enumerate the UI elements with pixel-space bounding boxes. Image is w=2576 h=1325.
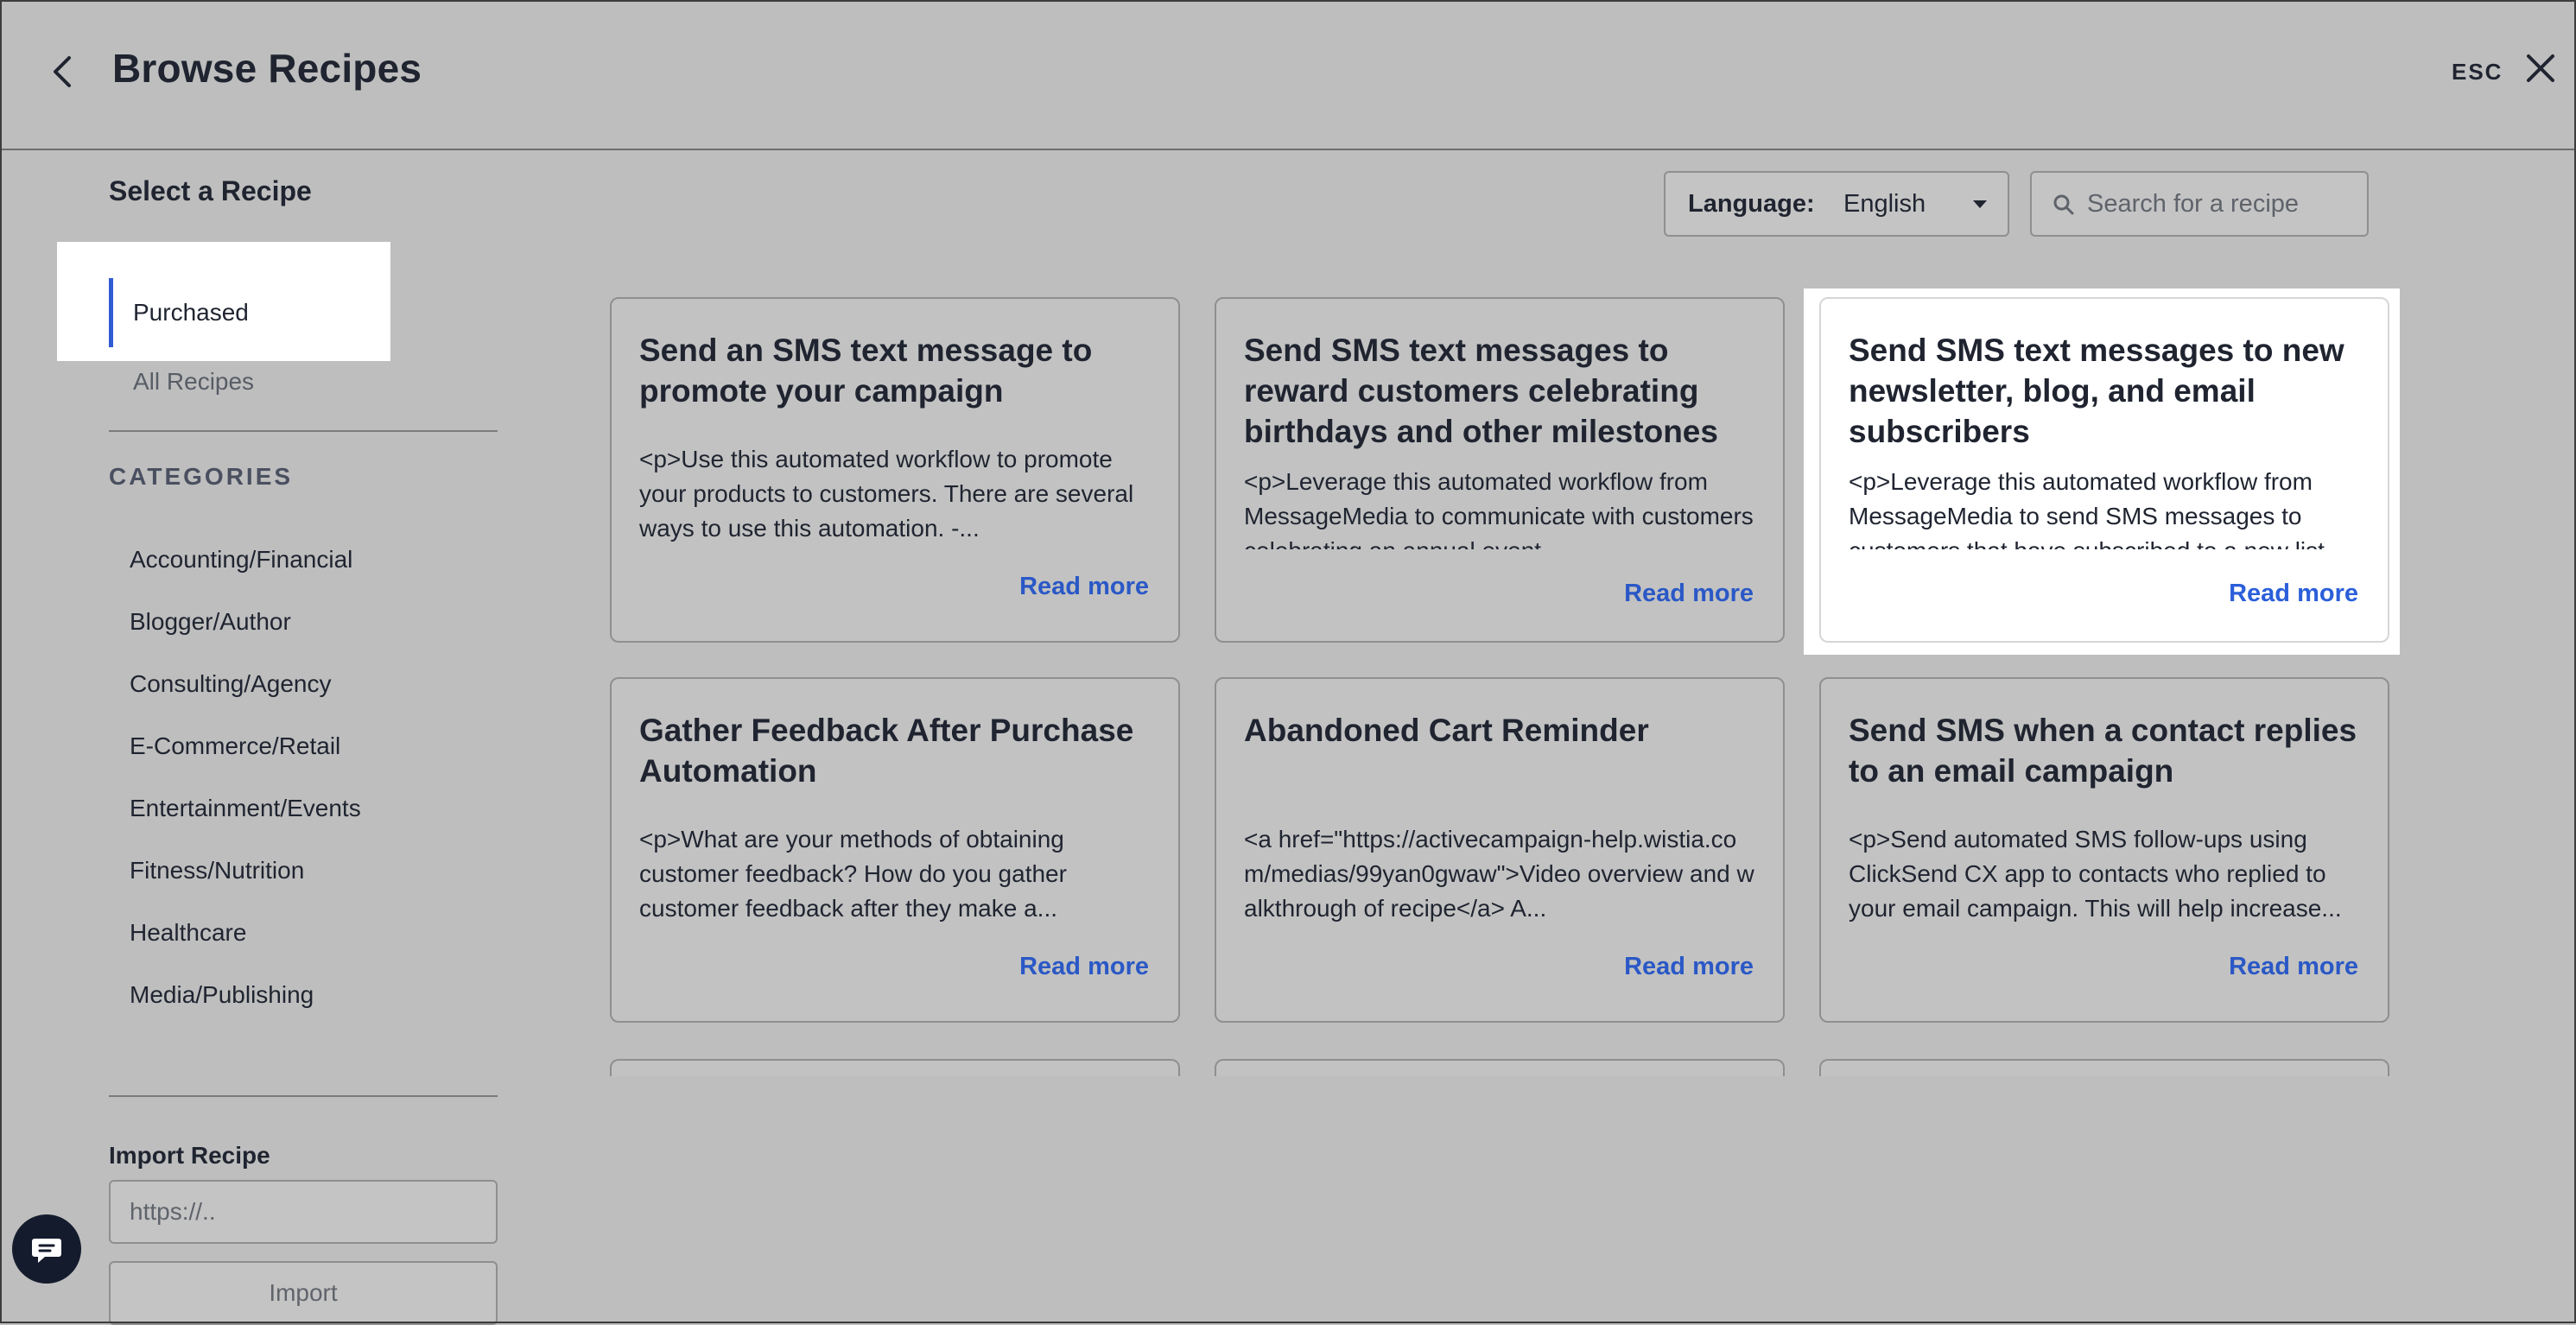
recipe-description: <p>Use this automated workflow to promot… bbox=[639, 446, 1134, 542]
read-more-link[interactable]: Read more bbox=[1624, 953, 1754, 981]
recipe-description: <p>What are your methods of obtaining cu… bbox=[639, 826, 1067, 922]
search-icon bbox=[2053, 194, 2074, 215]
recipe-search[interactable] bbox=[2030, 171, 2369, 237]
sidebar-divider bbox=[109, 430, 498, 432]
recipe-description: <p>Send automated SMS follow-ups using C… bbox=[1849, 826, 2342, 922]
category-accounting-financial[interactable]: Accounting/Financial bbox=[130, 546, 352, 574]
esc-label[interactable]: ESC bbox=[2452, 59, 2503, 86]
recipe-card[interactable]: Send an SMS text message to promote your… bbox=[610, 297, 1180, 643]
recipe-card[interactable]: Send SMS text messages to reward custome… bbox=[1215, 297, 1785, 643]
recipe-card[interactable]: Send SMS when a contact replies to an em… bbox=[1819, 677, 2389, 1023]
recipe-title: Gather Feedback After Purchase Automatio… bbox=[639, 713, 1134, 789]
recipe-title: Send SMS text messages to reward custome… bbox=[1244, 333, 1718, 449]
categories-heading: CATEGORIES bbox=[109, 463, 294, 490]
read-more-link[interactable]: Read more bbox=[1019, 953, 1149, 981]
category-media-publishing[interactable]: Media/Publishing bbox=[130, 981, 314, 1009]
recipe-title: Send an SMS text message to promote your… bbox=[639, 333, 1093, 409]
caret-down-icon bbox=[1973, 200, 1987, 208]
category-consulting-agency[interactable]: Consulting/Agency bbox=[130, 670, 331, 698]
back-button[interactable] bbox=[45, 50, 79, 93]
language-value: English bbox=[1843, 190, 1926, 218]
recipe-card-selected[interactable]: Send SMS text messages to new newsletter… bbox=[1819, 297, 2389, 643]
import-url-input[interactable] bbox=[109, 1180, 498, 1244]
recipe-description: <a href="https://activecampaign-help.wis… bbox=[1244, 826, 1754, 922]
sidebar-heading: Select a Recipe bbox=[109, 175, 312, 206]
chevron-left-icon bbox=[54, 56, 71, 87]
read-more-link[interactable]: Read more bbox=[1019, 573, 1149, 601]
category-entertainment-events[interactable]: Entertainment/Events bbox=[130, 795, 361, 822]
recipe-card-partial[interactable] bbox=[610, 1059, 1180, 1076]
chat-icon bbox=[32, 1239, 61, 1263]
category-ecommerce-retail[interactable]: E-Commerce/Retail bbox=[130, 732, 340, 760]
nav-item-all-recipes[interactable]: All Recipes bbox=[133, 368, 254, 396]
active-indicator bbox=[109, 278, 113, 347]
language-select[interactable]: Language: English bbox=[1664, 171, 2009, 237]
read-more-link[interactable]: Read more bbox=[1624, 580, 1754, 608]
recipe-description: <p>Leverage this automated workflow from… bbox=[1849, 468, 2325, 549]
read-more-link[interactable]: Read more bbox=[2229, 953, 2358, 981]
read-more-link[interactable]: Read more bbox=[2229, 580, 2358, 608]
close-icon bbox=[2527, 54, 2554, 82]
page-title: Browse Recipes bbox=[112, 46, 422, 91]
recipe-title: Send SMS text messages to new newsletter… bbox=[1849, 333, 2344, 449]
import-button[interactable]: Import bbox=[109, 1261, 498, 1325]
chat-launcher-button[interactable] bbox=[12, 1214, 81, 1284]
recipe-description: <p>Leverage this automated workflow from… bbox=[1244, 468, 1754, 549]
recipe-card-partial[interactable] bbox=[1215, 1059, 1785, 1076]
recipe-title: Abandoned Cart Reminder bbox=[1244, 713, 1649, 748]
sidebar-divider bbox=[109, 1095, 498, 1097]
recipe-card[interactable]: Abandoned Cart Reminder <a href="https:/… bbox=[1215, 677, 1785, 1023]
import-recipe-label: Import Recipe bbox=[109, 1142, 270, 1169]
nav-item-purchased[interactable]: Purchased bbox=[133, 299, 249, 326]
search-input[interactable] bbox=[2087, 185, 2355, 223]
recipe-card[interactable]: Gather Feedback After Purchase Automatio… bbox=[610, 677, 1180, 1023]
category-healthcare[interactable]: Healthcare bbox=[130, 919, 246, 947]
close-button[interactable] bbox=[2522, 50, 2559, 86]
recipe-card-partial[interactable] bbox=[1819, 1059, 2389, 1076]
language-label: Language: bbox=[1688, 190, 1815, 218]
recipe-title: Send SMS when a contact replies to an em… bbox=[1849, 713, 2357, 789]
category-blogger-author[interactable]: Blogger/Author bbox=[130, 608, 291, 636]
header: Browse Recipes ESC bbox=[0, 0, 2576, 150]
category-fitness-nutrition[interactable]: Fitness/Nutrition bbox=[130, 857, 304, 884]
